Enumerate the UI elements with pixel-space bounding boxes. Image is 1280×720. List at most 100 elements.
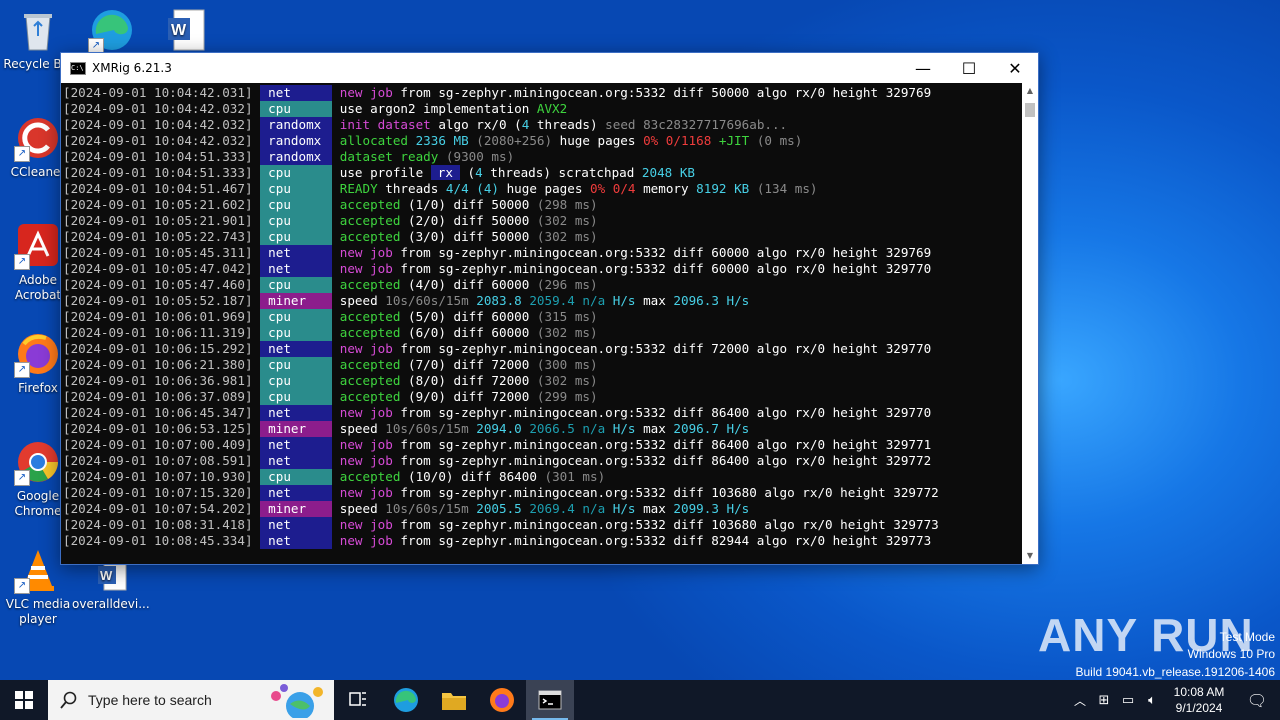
taskbar-firefox-button[interactable] <box>478 680 526 720</box>
log-line: [2024-09-01 10:05:22.743] cpu accepted (… <box>63 229 1022 245</box>
log-message-segment: new job <box>339 85 393 100</box>
log-tag-net: net <box>260 533 333 549</box>
maximize-icon: ☐ <box>961 58 977 78</box>
log-tag-cpu: cpu <box>260 373 333 389</box>
task-view-button[interactable] <box>334 680 382 720</box>
log-message-segment: speed <box>339 421 386 436</box>
log-line: [2024-09-01 10:04:42.032] cpu use argon2… <box>63 101 1022 117</box>
log-message: accepted (4/0) diff 60000 (296 ms) <box>332 277 598 292</box>
window-title: XMRig 6.21.3 <box>92 61 172 75</box>
log-message-segment: algo rx/0 ( <box>430 117 522 132</box>
log-message-segment: (4/0) diff <box>400 277 492 292</box>
scroll-down-icon[interactable]: ▼ <box>1022 548 1038 564</box>
log-message-segment: 103680 <box>711 517 757 532</box>
log-message: new job from sg-zephyr.miningocean.org:5… <box>332 453 931 468</box>
log-message-segment: (7/0) diff <box>400 357 492 372</box>
log-message: accepted (3/0) diff 50000 (302 ms) <box>332 229 598 244</box>
log-message: allocated 2336 MB (2080+256) huge pages … <box>332 133 803 148</box>
log-message-segment: 329769 <box>885 85 932 100</box>
minimize-button[interactable]: — <box>900 53 946 83</box>
notification-center-icon[interactable]: 🗨︎ <box>1234 691 1280 710</box>
log-line: [2024-09-01 10:04:42.032] randomx alloca… <box>63 133 1022 149</box>
log-line: [2024-09-01 10:08:31.418] net new job fr… <box>63 517 1022 533</box>
log-message-segment: 2336 MB <box>415 133 469 148</box>
log-message-segment: 60000 <box>491 325 530 340</box>
taskbar-search-box[interactable]: Type here to search <box>48 680 334 720</box>
log-message: READY threads 4/4 (4) huge pages 0% 0/4 … <box>332 181 818 196</box>
log-line: [2024-09-01 10:06:53.125] miner speed 10… <box>63 421 1022 437</box>
taskbar-file-explorer-button[interactable] <box>430 680 478 720</box>
taskbar-terminal-button[interactable] <box>526 680 574 720</box>
log-message-segment: 329770 <box>885 261 932 276</box>
log-timestamp: [2024-09-01 10:04:42.032] <box>63 117 253 132</box>
volume-icon[interactable]: 🔈︎ <box>1140 693 1164 708</box>
log-message: init dataset algo rx/0 (4 threads) seed … <box>332 117 787 132</box>
log-message-segment: 86400 <box>711 437 750 452</box>
log-message-segment: 60000 <box>491 309 530 324</box>
log-timestamp: [2024-09-01 10:05:22.743] <box>63 229 253 244</box>
vertical-scrollbar[interactable]: ▲ ▼ <box>1022 83 1038 564</box>
log-message-segment: algo rx/0 height <box>749 533 886 548</box>
console-output[interactable]: [2024-09-01 10:04:42.031] net new job fr… <box>61 83 1022 564</box>
log-message-segment: 2096.7 H/s <box>673 421 750 436</box>
window-titlebar[interactable]: C:\ XMRig 6.21.3 — ☐ ✕ <box>61 53 1038 83</box>
firefox-icon: ↗ <box>14 330 62 378</box>
log-message-segment: (134 ms) <box>749 181 818 196</box>
log-message-segment: 329770 <box>885 341 932 356</box>
log-message-segment: algo rx/0 height <box>749 261 886 276</box>
desktop-icon-overalldevi[interactable]: W overalldevi... <box>72 558 150 612</box>
taskbar-edge-button[interactable] <box>382 680 430 720</box>
log-message-segment: algo rx/0 height <box>749 341 886 356</box>
shortcut-arrow-icon: ↗ <box>14 362 30 378</box>
log-message-segment: 2083.8 <box>476 293 522 308</box>
log-message-segment: from sg-zephyr.miningocean.org:5332 diff <box>392 485 712 500</box>
log-message-segment: 4 <box>475 165 483 180</box>
scrollbar-thumb[interactable] <box>1025 103 1035 117</box>
build-text: Build 19041.vb_release.191206-1406 <box>1075 665 1276 679</box>
log-tag-miner: miner <box>260 293 333 309</box>
chevron-up-icon[interactable]: ︿ <box>1068 692 1092 709</box>
log-message-segment: 10s/60s/15m <box>385 293 477 308</box>
shortcut-arrow-icon: ↗ <box>14 146 30 162</box>
display-icon[interactable]: ▭ <box>1116 693 1140 708</box>
log-message-segment: algo rx/0 height <box>749 85 886 100</box>
log-message-segment: accepted <box>339 197 401 212</box>
log-line: [2024-09-01 10:05:21.602] cpu accepted (… <box>63 197 1022 213</box>
log-tag-randomx: randomx <box>260 149 333 165</box>
log-message-segment: from sg-zephyr.miningocean.org:5332 diff <box>392 533 712 548</box>
log-tag-net: net <box>260 85 333 101</box>
log-message-segment: algo rx/0 height <box>749 405 886 420</box>
desktop-icon-edge[interactable]: ↗ <box>74 6 150 57</box>
log-message-segment: seed 83c28327717696ab... <box>605 117 788 132</box>
taskbar-clock[interactable]: 10:08 AM 9/1/2024 <box>1164 684 1234 716</box>
log-message-segment: (9300 ms) <box>438 149 515 164</box>
maximize-button[interactable]: ☐ <box>946 53 992 83</box>
start-button[interactable] <box>0 680 48 720</box>
network-icon[interactable]: ⊞ <box>1092 693 1116 708</box>
log-tag-cpu: cpu <box>260 357 333 373</box>
desktop-icon-word-document[interactable]: W <box>148 6 224 57</box>
log-message-segment: 2069.4 n/a <box>521 501 606 516</box>
log-message-segment: accepted <box>339 325 401 340</box>
log-message-segment: (5/0) diff <box>400 309 492 324</box>
log-tag-cpu: cpu <box>260 389 333 405</box>
search-icon <box>60 691 77 709</box>
log-message-segment: 10s/60s/15m <box>385 421 477 436</box>
log-line: [2024-09-01 10:05:47.042] net new job fr… <box>63 261 1022 277</box>
shortcut-arrow-icon: ↗ <box>14 254 30 270</box>
log-message-segment: 72000 <box>491 357 530 372</box>
log-timestamp: [2024-09-01 10:04:51.333] <box>63 149 253 164</box>
log-timestamp: [2024-09-01 10:04:42.032] <box>63 133 253 148</box>
log-message-segment: AVX2 <box>536 101 568 116</box>
google-chrome-icon: ↗ <box>14 438 62 486</box>
log-message-segment: dataset ready <box>339 149 439 164</box>
log-message-segment: 72000 <box>491 373 530 388</box>
windows-logo-icon <box>15 691 33 709</box>
close-button[interactable]: ✕ <box>992 53 1038 83</box>
log-tag-net: net <box>260 261 333 277</box>
scroll-up-icon[interactable]: ▲ <box>1022 83 1038 99</box>
log-message-segment: 2094.0 <box>476 421 522 436</box>
log-line: [2024-09-01 10:04:42.031] net new job fr… <box>63 85 1022 101</box>
xmrig-console-window[interactable]: C:\ XMRig 6.21.3 — ☐ ✕ [2024-09-01 10:04… <box>60 52 1039 565</box>
terminal-icon <box>538 690 562 710</box>
